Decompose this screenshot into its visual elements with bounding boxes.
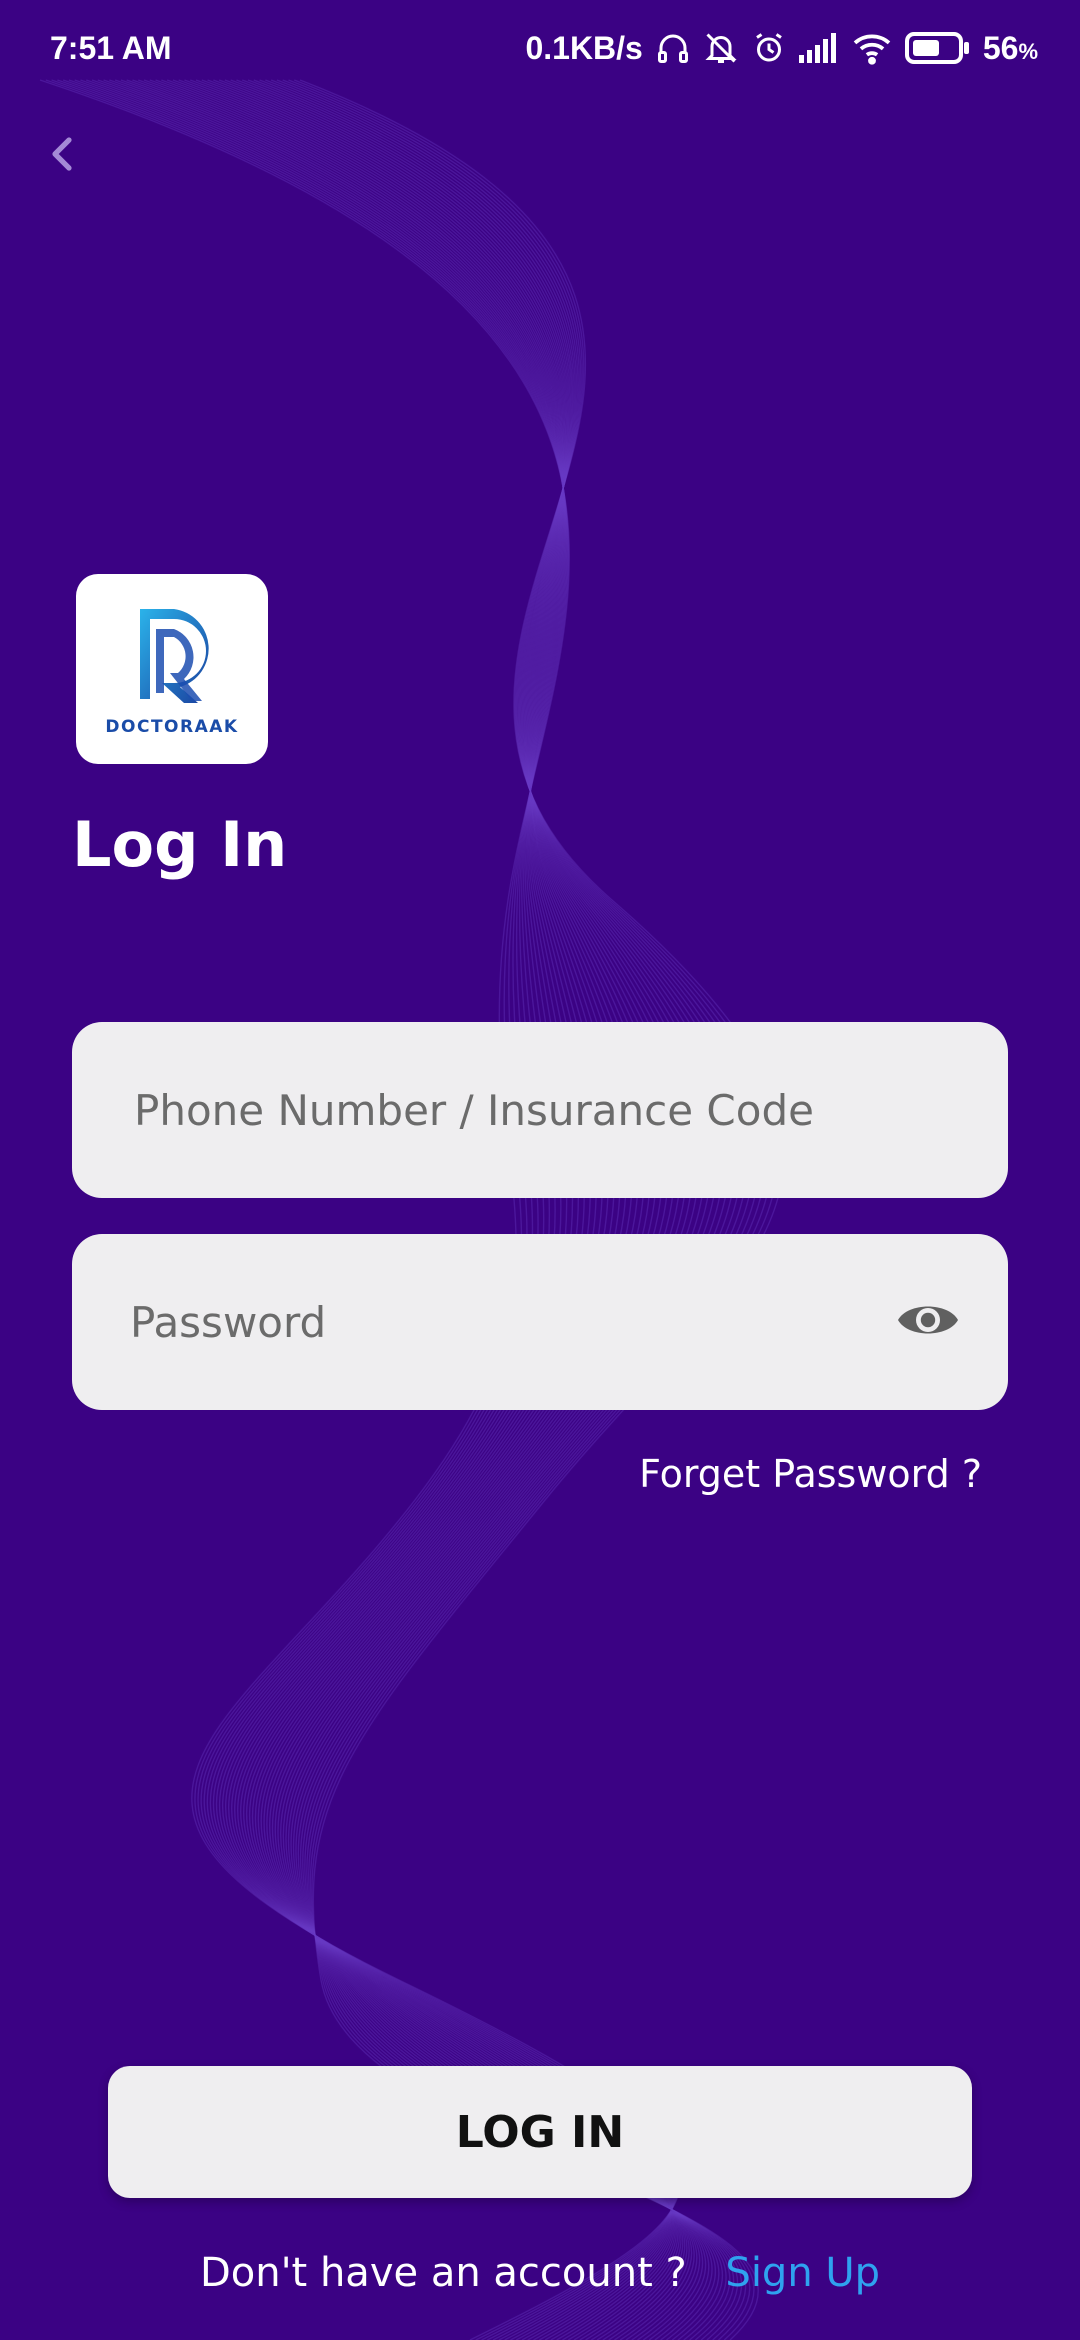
logo-wordmark: DOCTORAAK — [105, 717, 239, 737]
login-button[interactable]: LOG IN — [108, 2066, 972, 2198]
back-button[interactable] — [40, 128, 84, 184]
wave-line — [80, 79, 674, 2340]
wave-line — [276, 79, 761, 2340]
wave-line — [114, 79, 673, 2340]
wave-line — [143, 79, 678, 2340]
wave-line — [282, 79, 767, 2340]
wave-line — [213, 79, 704, 2340]
wave-line — [137, 79, 677, 2340]
wave-line — [172, 79, 686, 2340]
password-field-container — [72, 1234, 1008, 1410]
forget-password-link[interactable]: Forget Password ? — [639, 1452, 982, 1496]
phone-field-container — [72, 1022, 1008, 1198]
wave-line — [236, 79, 718, 2340]
wave-line — [109, 79, 673, 2340]
wave-line — [218, 79, 707, 2340]
wave-line — [299, 79, 785, 2340]
password-visibility-toggle[interactable] — [896, 1298, 960, 1346]
wave-line — [161, 79, 682, 2340]
eye-icon — [896, 1298, 960, 1346]
chevron-left-icon — [49, 134, 75, 178]
wave-line — [265, 79, 748, 2340]
wave-line — [184, 79, 690, 2340]
wave-line — [288, 79, 773, 2340]
status-time: 7:51 AM — [50, 29, 172, 66]
wave-line — [178, 79, 688, 2340]
headphones-icon — [655, 30, 691, 66]
wave-line — [247, 79, 730, 2340]
wave-line — [195, 79, 695, 2340]
wave-line — [189, 79, 693, 2340]
wave-line — [207, 79, 701, 2340]
status-bar: 7:51 AM 0.1KB/s 56% — [0, 0, 1080, 96]
wave-line — [91, 79, 673, 2340]
wave-line — [103, 79, 673, 2340]
bell-muted-icon — [703, 30, 739, 66]
page-title: Log In — [72, 808, 288, 881]
wave-line — [293, 79, 779, 2340]
signup-link[interactable]: Sign Up — [725, 2250, 880, 2296]
signup-prompt: Don't have an account ? — [199, 2250, 687, 2296]
wave-line — [270, 79, 755, 2340]
wave-line — [126, 79, 674, 2340]
wave-line — [259, 79, 742, 2340]
wave-line — [45, 79, 680, 2340]
signup-row: Don't have an account ? Sign Up — [0, 2250, 1080, 2296]
wave-line — [132, 79, 675, 2340]
battery-icon — [904, 32, 971, 64]
wave-line — [241, 79, 724, 2340]
wave-line — [85, 79, 673, 2340]
wave-line — [62, 79, 676, 2340]
app-logo: DOCTORAAK — [76, 574, 268, 764]
network-speed: 0.1KB/s — [525, 29, 643, 66]
password-input[interactable] — [72, 1234, 1008, 1410]
wave-line — [57, 79, 677, 2340]
wave-line — [120, 79, 674, 2340]
wave-line — [155, 79, 681, 2340]
phone-input[interactable] — [72, 1022, 1008, 1198]
wave-line — [51, 79, 679, 2340]
wave-line — [39, 79, 681, 2340]
wifi-icon — [851, 31, 893, 65]
wave-line — [224, 79, 710, 2340]
logo-mark — [140, 609, 209, 703]
wave-line — [166, 79, 684, 2340]
wave-line — [201, 79, 698, 2340]
wave-line — [230, 79, 713, 2340]
signal-icon — [798, 33, 839, 63]
battery-percent: 56% — [982, 29, 1038, 66]
status-icons: 0.1KB/s 56% — [525, 30, 1038, 67]
wave-line — [149, 79, 679, 2340]
wave-line — [74, 79, 675, 2340]
wave-line — [97, 79, 673, 2340]
wave-line — [253, 79, 736, 2340]
wave-line — [68, 79, 675, 2340]
alarm-icon — [751, 30, 787, 66]
